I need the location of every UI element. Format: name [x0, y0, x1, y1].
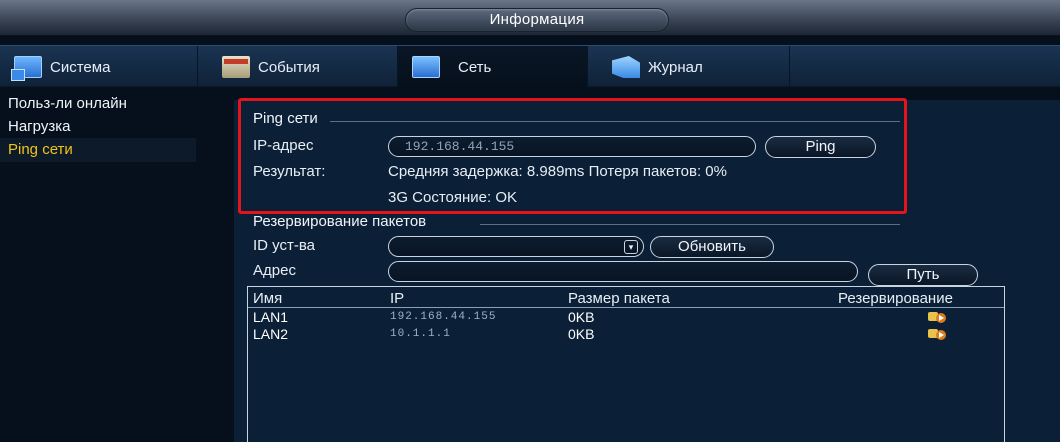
column-header-name: Имя	[253, 290, 283, 307]
row-name: LAN1	[253, 309, 289, 325]
system-monitor-icon	[11, 56, 42, 81]
tab-events[interactable]: События	[208, 46, 398, 88]
ping-button[interactable]: Ping	[765, 136, 876, 158]
address-label: Адрес	[253, 262, 296, 279]
tab-events-label: События	[258, 58, 320, 76]
log-icon	[612, 56, 640, 78]
sidebar-item-online-users[interactable]: Польз-ли онлайн	[0, 92, 196, 116]
address-input[interactable]	[388, 261, 858, 282]
chevron-down-icon[interactable]: ▾	[624, 240, 638, 254]
ping-result-text: Средняя задержка: 8.989ms Потеря пакетов…	[388, 163, 727, 180]
title-bar: Информация	[0, 0, 1060, 36]
tab-log[interactable]: Журнал	[598, 46, 790, 88]
backup-icon[interactable]	[928, 328, 948, 340]
tab-system[interactable]: Система	[0, 46, 198, 88]
events-icon	[222, 56, 250, 78]
column-header-backup: Резервирование	[838, 290, 953, 307]
ping-section-divider	[330, 121, 900, 122]
row-size: 0KB	[568, 326, 595, 342]
backup-section-divider	[480, 224, 900, 225]
refresh-button[interactable]: Обновить	[650, 236, 774, 258]
sidebar-item-load[interactable]: Нагрузка	[0, 115, 196, 139]
device-id-label: ID уст-ва	[253, 237, 316, 254]
ip-address-input[interactable]: 192.168.44.155	[388, 136, 756, 157]
column-header-ip: IP	[390, 290, 405, 307]
column-header-size: Размер пакета	[568, 290, 670, 307]
backup-section-title: Резервирование пакетов	[253, 213, 427, 230]
tab-network-label: Сеть	[458, 58, 492, 76]
sidebar: Польз-ли онлайн Нагрузка Ping сети	[0, 90, 196, 442]
row-size: 0KB	[568, 309, 595, 325]
backup-device-table: Имя IP Размер пакета Резервирование LAN1…	[247, 286, 1005, 442]
window-title: Информация	[405, 8, 669, 32]
row-ip: 10.1.1.1	[390, 328, 451, 340]
table-header-divider	[248, 307, 1004, 308]
row-ip: 192.168.44.155	[390, 311, 497, 323]
backup-icon[interactable]	[928, 311, 948, 323]
tab-system-label: Система	[50, 58, 111, 76]
main-tab-bar: Система События Сеть Журнал	[0, 45, 1060, 88]
table-row[interactable]: LAN2 10.1.1.1 0KB	[248, 326, 1004, 342]
ip-address-label: IP-адрес	[253, 137, 314, 154]
path-button[interactable]: Путь	[868, 264, 978, 286]
tab-log-label: Журнал	[648, 58, 703, 76]
result-label: Результат:	[253, 163, 326, 180]
network-icon	[412, 56, 440, 78]
row-name: LAN2	[253, 326, 289, 342]
tab-network[interactable]: Сеть	[398, 46, 588, 88]
ping-section-title: Ping сети	[253, 110, 318, 127]
sidebar-item-ping[interactable]: Ping сети	[0, 138, 196, 162]
device-id-select[interactable]	[388, 236, 644, 257]
status-text: 3G Состояние: OK	[388, 189, 518, 206]
table-row[interactable]: LAN1 192.168.44.155 0KB	[248, 309, 1004, 325]
